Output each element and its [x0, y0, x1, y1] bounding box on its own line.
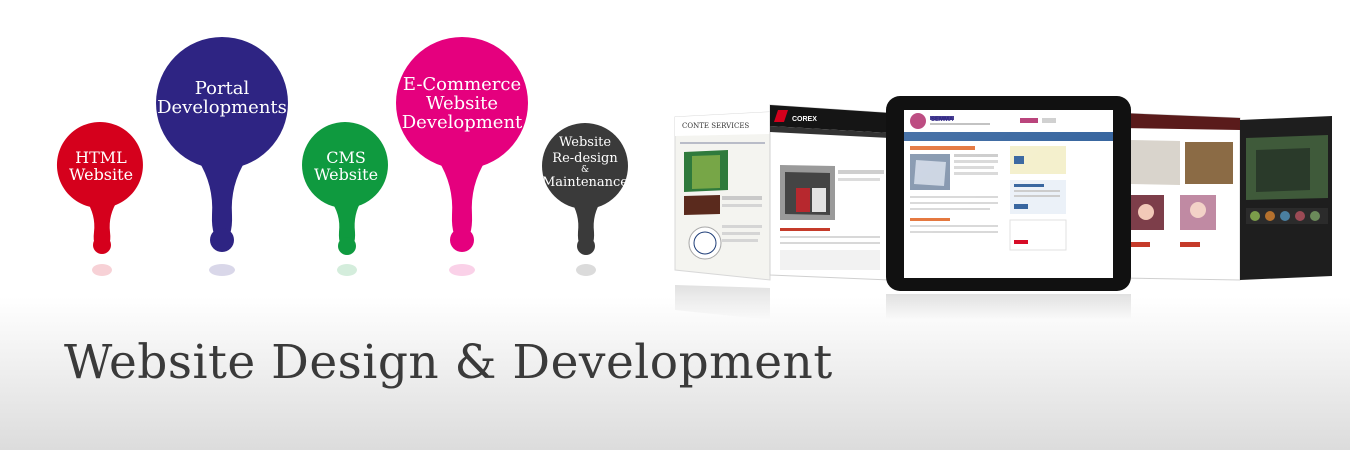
page-headline: Website Design & Development	[64, 335, 833, 390]
ecommerce-bubble-label: E-Commerce Website Development	[396, 75, 528, 133]
html-bubble-line2: Website	[68, 164, 134, 184]
portal-bubble	[156, 37, 288, 276]
html-bubble-label: HTML Website	[57, 149, 145, 184]
redesign-bubble-amp: &	[580, 165, 589, 176]
cms-bubble-label: CMS Website	[302, 149, 390, 184]
redesign-bubble-line1: Website	[558, 135, 612, 150]
cms-bubble-line2: Website	[313, 164, 379, 184]
portal-bubble-line2: Developments	[157, 96, 287, 118]
ecommerce-bubble	[396, 37, 528, 276]
portal-bubble-label: Portal Developments	[156, 79, 288, 118]
cms-bubble	[302, 122, 388, 276]
dark-screen	[1240, 116, 1332, 280]
website-screens-collage: CONTE SERVICES COREX SEMMA	[660, 80, 1350, 320]
redesign-bubble-line3: Maintenance	[542, 175, 628, 191]
corex-title: COREX	[792, 116, 817, 123]
gallery-screen	[1119, 112, 1241, 281]
redesign-bubble-line2: Re-design	[552, 150, 618, 166]
conte-title: CONTE SERVICES	[682, 122, 749, 130]
ipad	[886, 96, 1131, 320]
semma-title: SEMMA	[931, 117, 954, 123]
ecommerce-bubble-line3: Development	[401, 111, 523, 133]
ecommerce-bubble-line2: Website	[425, 92, 499, 114]
service-bubbles: HTML Website Portal Developments CMS Web…	[0, 0, 660, 300]
redesign-bubble-label: Website Re-design & Maintenance	[540, 135, 630, 191]
screens-graphic: CONTE SERVICES COREX SEMMA	[674, 96, 1332, 320]
conte-screen	[674, 111, 771, 320]
corex-screen	[769, 104, 891, 281]
html-bubble	[56, 122, 143, 276]
